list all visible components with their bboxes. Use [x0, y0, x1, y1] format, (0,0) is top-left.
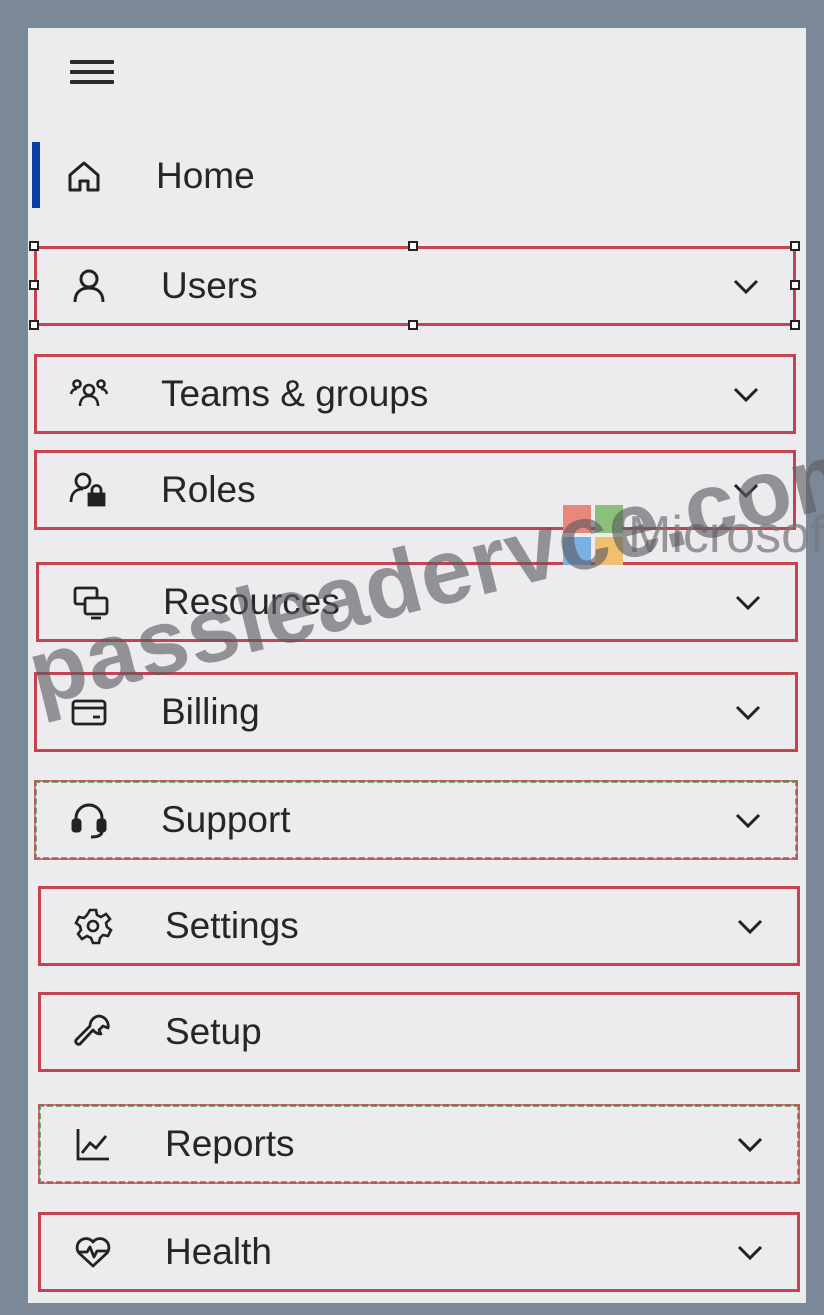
resize-handle [408, 241, 418, 251]
nav-item-label: Support [161, 799, 291, 840]
nav-item-teams-groups[interactable]: Teams & groups [34, 354, 796, 434]
chevron-down-icon[interactable] [731, 695, 765, 729]
resize-handle [790, 241, 800, 251]
teams-icon [67, 372, 111, 416]
chevron-down-icon[interactable] [733, 1127, 767, 1161]
nav-item-label: Resources [163, 581, 340, 622]
nav-item-label: Home [156, 155, 255, 196]
resize-handle [29, 320, 39, 330]
chevron-down-icon[interactable] [729, 377, 763, 411]
user-icon [67, 264, 111, 308]
nav-item-label: Users [161, 265, 258, 306]
admin-nav-panel: Home Users Teams & groups Roles Resource… [28, 28, 806, 1303]
headset-icon [67, 798, 111, 842]
nav-item-support[interactable]: Support [34, 780, 798, 860]
nav-item-health[interactable]: Health [38, 1212, 800, 1292]
nav-item-label: Teams & groups [161, 373, 429, 414]
nav-item-users[interactable]: Users [34, 246, 796, 326]
wrench-icon [71, 1010, 115, 1054]
nav-item-label: Roles [161, 469, 256, 510]
nav-item-label: Setup [165, 1011, 262, 1052]
resources-icon [69, 580, 113, 624]
resize-handle [790, 280, 800, 290]
nav-item-label: Settings [165, 905, 299, 946]
hamburger-icon[interactable] [66, 52, 116, 92]
home-icon [62, 154, 106, 198]
heart-icon [71, 1230, 115, 1274]
resize-handle [29, 280, 39, 290]
nav-item-label: Health [165, 1231, 272, 1272]
resize-handle [408, 320, 418, 330]
chevron-down-icon[interactable] [733, 909, 767, 943]
resize-handle [29, 241, 39, 251]
chevron-down-icon[interactable] [729, 269, 763, 303]
nav-item-roles[interactable]: Roles [34, 450, 796, 530]
roles-icon [67, 468, 111, 512]
nav-item-reports[interactable]: Reports [38, 1104, 800, 1184]
billing-icon [67, 690, 111, 734]
chevron-down-icon[interactable] [731, 803, 765, 837]
chevron-down-icon[interactable] [733, 1235, 767, 1269]
chevron-down-icon[interactable] [729, 473, 763, 507]
nav-item-setup[interactable]: Setup [38, 992, 800, 1072]
resize-handle [790, 320, 800, 330]
chevron-down-icon[interactable] [731, 585, 765, 619]
nav-item-home[interactable]: Home [32, 136, 798, 216]
gear-icon [71, 904, 115, 948]
nav-item-resources[interactable]: Resources [36, 562, 798, 642]
nav-item-billing[interactable]: Billing [34, 672, 798, 752]
nav-item-label: Billing [161, 691, 260, 732]
nav-item-settings[interactable]: Settings [38, 886, 800, 966]
nav-item-label: Reports [165, 1123, 295, 1164]
chart-icon [71, 1122, 115, 1166]
